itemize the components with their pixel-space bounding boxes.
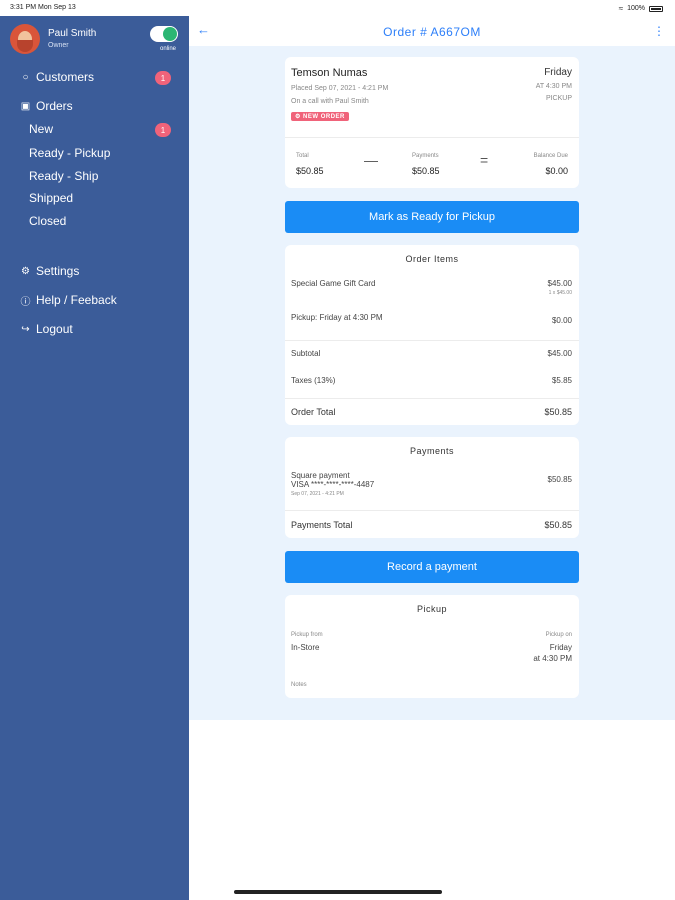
pickup-item-name[interactable]: Pickup: Friday at 4:30 PM: [291, 313, 383, 322]
taxes-label: Taxes (13%): [291, 376, 336, 385]
payments-card: Payments Square payment VISA ****-****-*…: [285, 437, 579, 538]
total-value: $50.85: [296, 166, 324, 176]
sidebar-item-orders[interactable]: ▣ Orders: [20, 97, 73, 115]
profile-role: Owner: [48, 42, 69, 49]
sidebar-item-ready-pickup[interactable]: Ready - Pickup: [29, 146, 110, 160]
payments-title: Payments: [409, 446, 455, 456]
item-name[interactable]: Special Game Gift Card: [291, 279, 375, 288]
divider: [285, 398, 579, 399]
balance-value: $0.00: [545, 166, 568, 176]
payments-total-label: Payments Total: [291, 520, 353, 530]
online-status-label: online: [159, 46, 176, 52]
sidebar-item-help[interactable]: ⓘ Help / Feeback: [20, 291, 117, 309]
home-indicator: [234, 890, 442, 894]
order-total-label: Order Total: [291, 407, 336, 417]
profile: Paul Smith Owner online: [10, 24, 180, 60]
pickup-title: Pickup: [416, 604, 447, 614]
sidebar-item-shipped[interactable]: Shipped: [29, 191, 73, 205]
subtotal-value: $45.00: [547, 349, 572, 358]
pickup-on-label: Pickup on: [545, 632, 572, 638]
order-items-card: Order Items Special Game Gift Card $45.0…: [285, 245, 579, 425]
pickup-item-price: $0.00: [551, 316, 572, 325]
pickup-on-time: at 4:30 PM: [533, 654, 572, 663]
pickup-time: AT 4:30 PM: [535, 83, 572, 90]
customers-badge: 1: [155, 71, 171, 85]
help-icon: ⓘ: [20, 296, 31, 308]
profile-name: Paul Smith: [48, 28, 97, 39]
payment-date: Sep 07, 2021 - 4:21 PM: [291, 491, 344, 497]
order-total-value: $50.85: [544, 407, 572, 417]
battery-icon: [649, 5, 663, 12]
sidebar-item-closed[interactable]: Closed: [29, 214, 66, 228]
payment-card: VISA ****-****-****-4487: [291, 480, 375, 489]
taxes-value: $5.85: [551, 376, 572, 385]
pickup-card: Pickup Pickup from In-Store Pickup on Fr…: [285, 595, 579, 698]
pickup-day: Friday: [544, 67, 572, 78]
sidebar-item-ready-ship[interactable]: Ready - Ship: [29, 169, 98, 183]
sidebar-item-customers[interactable]: ○ Customers: [20, 68, 94, 86]
battery-percent: 100%: [627, 5, 645, 12]
logout-icon: ↪: [21, 323, 30, 335]
pickup-on-day: Friday: [549, 643, 572, 652]
payment-amount: $50.85: [547, 475, 572, 484]
chat-bubble-icon: ○: [22, 71, 29, 83]
sidebar: Paul Smith Owner online ○ Customers 1 ▣ …: [0, 16, 189, 900]
avatar[interactable]: [10, 24, 40, 54]
balance-label: Balance Due: [533, 153, 568, 159]
status-bar: 3:31 PM Mon Sep 13 ≈ 100%: [0, 0, 675, 16]
item-qty: 1 x $45.00: [548, 290, 572, 296]
equals-sign: =: [480, 152, 489, 168]
wifi-icon: ≈: [618, 4, 624, 13]
sidebar-item-settings[interactable]: ⚙ Settings: [20, 262, 79, 280]
payments-label: Payments: [412, 153, 439, 159]
payments-total-value: $50.85: [544, 520, 572, 530]
order-summary-card: Temson Numas Placed Sep 07, 2021 - 4:21 …: [285, 57, 579, 188]
new-orders-badge: 1: [155, 123, 171, 137]
minus-sign: —: [364, 152, 378, 168]
item-price: $45.00: [547, 279, 572, 288]
online-toggle[interactable]: [150, 26, 178, 42]
status-badge: ⚙ NEW ORDER: [291, 112, 349, 121]
total-label: Total: [296, 153, 309, 159]
order-note: On a call with Paul Smith: [291, 98, 369, 105]
placed-date: Placed Sep 07, 2021 - 4:21 PM: [291, 85, 389, 92]
notes-label[interactable]: Notes: [291, 682, 307, 688]
pickup-from-value: In-Store: [291, 643, 320, 652]
page-title: Order # A667OM: [383, 25, 481, 39]
record-payment-button[interactable]: Record a payment: [285, 551, 579, 583]
mark-ready-button[interactable]: Mark as Ready for Pickup: [285, 201, 579, 233]
customer-name[interactable]: Temson Numas: [291, 67, 367, 79]
payment-method[interactable]: Square payment: [291, 471, 350, 480]
subtotal-label: Subtotal: [291, 349, 321, 358]
order-items-title: Order Items: [405, 254, 459, 264]
status-time: 3:31 PM Mon Sep 13: [10, 4, 76, 11]
box-icon: ▣: [20, 100, 31, 112]
divider: [285, 510, 579, 511]
top-bar: ← Order # A667OM ⋮: [189, 16, 675, 46]
more-options-icon[interactable]: ⋮: [653, 24, 665, 38]
sidebar-item-new[interactable]: New: [29, 122, 53, 136]
order-detail-panel: Temson Numas Placed Sep 07, 2021 - 4:21 …: [189, 46, 675, 720]
pickup-from-label: Pickup from: [291, 632, 323, 638]
gear-icon: ⚙: [21, 265, 30, 277]
payments-value: $50.85: [412, 166, 440, 176]
divider: [285, 137, 579, 138]
sidebar-item-logout[interactable]: ↪ Logout: [20, 320, 72, 338]
divider: [285, 340, 579, 341]
fulfillment-method: PICKUP: [545, 95, 572, 102]
